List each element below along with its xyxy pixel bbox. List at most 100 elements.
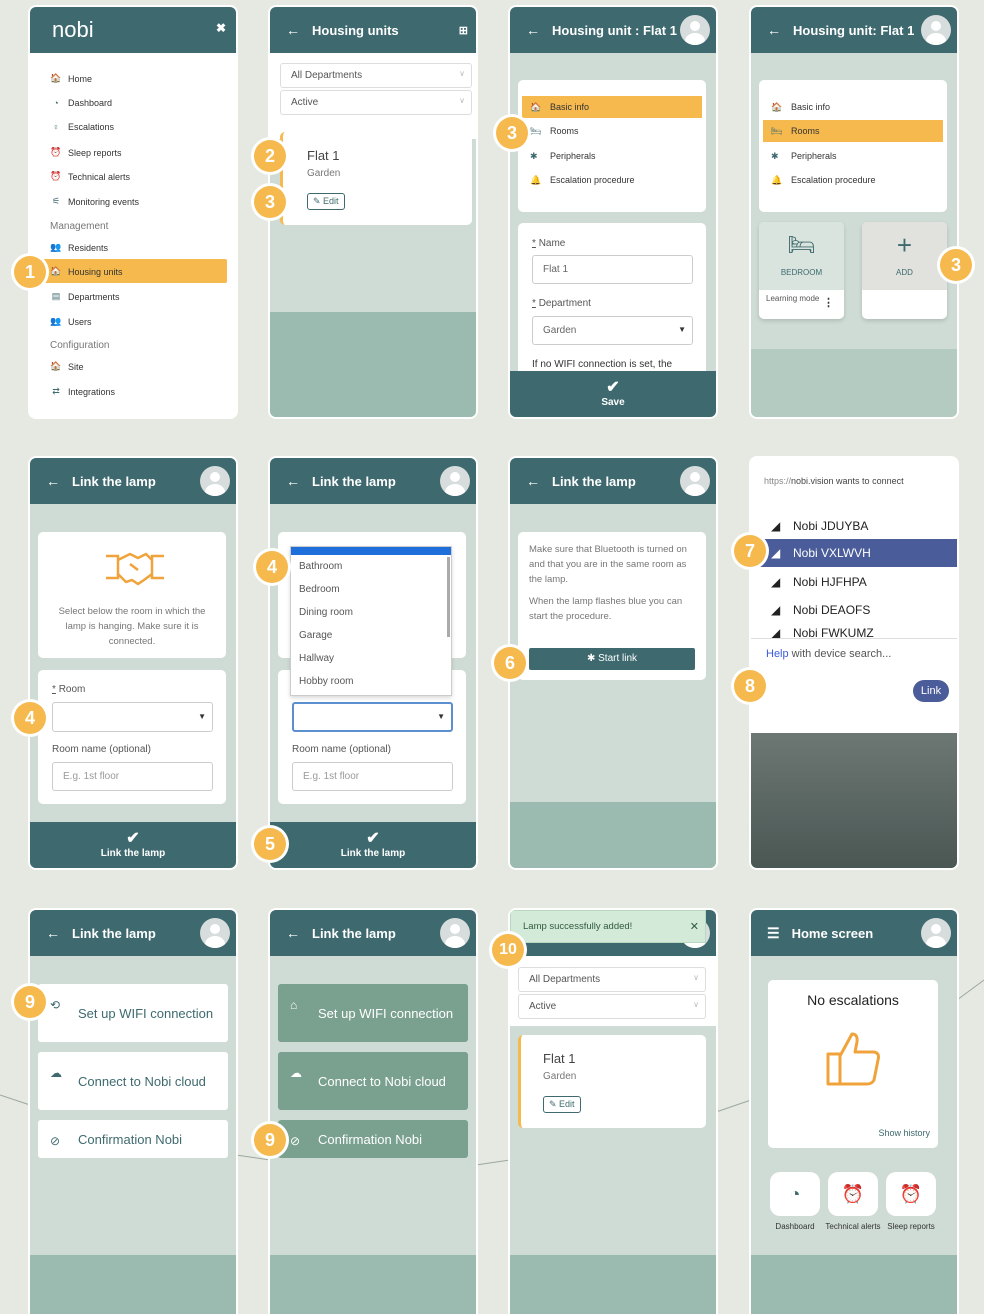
bell-icon: 🔔 — [771, 174, 783, 185]
handshake-icon — [106, 552, 164, 586]
tab-basic-info[interactable]: 🏠 Basic info — [763, 96, 943, 118]
step-badge: 4 — [14, 702, 46, 734]
edit-button[interactable]: ✎ Edit — [543, 1096, 581, 1113]
room-card-bedroom[interactable]: 🛏 BEDROOM Learning mode ⋮ — [759, 222, 844, 319]
step-confirmation[interactable]: ⊘ Confirmation Nobi — [38, 1120, 228, 1158]
room-name-input[interactable]: E.g. 1st floor — [292, 762, 453, 791]
show-history-link[interactable]: Show history — [878, 1128, 930, 1138]
link-lamp-button[interactable]: ✔ Link the lamp — [270, 822, 476, 868]
tab-escalation[interactable]: 🔔 Escalation procedure — [763, 169, 943, 191]
step-badge: 3 — [940, 249, 972, 281]
avatar[interactable] — [680, 15, 710, 45]
instruction-text: Select below the room in which the lamp … — [58, 606, 206, 647]
back-arrow-icon[interactable]: ← — [526, 22, 540, 38]
department-filter[interactable]: All Departments ∨ — [518, 967, 706, 992]
menu-item-residents[interactable]: 👥 Residents — [50, 242, 108, 253]
option-hobby-room[interactable]: Hobby room — [299, 676, 353, 687]
device-option[interactable]: ◢ Nobi FWKUMZ — [751, 626, 957, 638]
more-menu-icon[interactable]: ⋮ — [823, 296, 834, 309]
menu-item-integrations[interactable]: ⇄ Integrations — [50, 386, 115, 397]
home-icon: 🏠 — [771, 101, 783, 112]
back-arrow-icon[interactable]: ← — [286, 925, 300, 941]
close-icon[interactable]: ✖ — [216, 21, 226, 35]
option-bathroom[interactable]: Bathroom — [299, 561, 342, 572]
sleep-reports-button[interactable]: ⏰ — [886, 1172, 936, 1216]
tab-peripherals[interactable]: ✱ Peripherals — [522, 145, 702, 167]
menu-item-site[interactable]: 🏠 Site — [50, 361, 83, 372]
step-wifi[interactable]: ⌂ Set up WIFI connection — [278, 984, 468, 1042]
avatar[interactable] — [200, 466, 230, 496]
unit-card[interactable]: Flat 1 Garden ✎ Edit — [518, 1035, 706, 1128]
step-wifi[interactable]: ⟲ Set up WIFI connection — [38, 984, 228, 1042]
back-arrow-icon[interactable]: ← — [46, 925, 60, 941]
help-device-search[interactable]: Help with device search... — [766, 648, 891, 660]
menu-item-technical-alerts[interactable]: ⏰ Technical alerts — [50, 171, 130, 182]
back-arrow-icon[interactable]: ← — [286, 22, 300, 38]
avatar[interactable] — [680, 466, 710, 496]
avatar[interactable] — [440, 918, 470, 948]
back-arrow-icon[interactable]: ← — [46, 473, 60, 489]
avatar[interactable] — [200, 918, 230, 948]
tab-basic-info[interactable]: 🏠 Basic info — [522, 96, 702, 118]
device-option[interactable]: ◢ Nobi JDUYBA — [751, 514, 957, 538]
header: ← Housing unit: Flat 1 — [751, 7, 957, 53]
tab-rooms[interactable]: 🛏 Rooms — [522, 120, 702, 142]
close-icon[interactable]: ✕ — [690, 920, 699, 933]
link-lamp-button[interactable]: ✔ Link the lamp — [30, 822, 236, 868]
tab-peripherals[interactable]: ✱ Peripherals — [763, 145, 943, 167]
tab-rooms[interactable]: 🛏 Rooms — [763, 120, 943, 142]
menu-item-home[interactable]: 🏠 Home — [50, 73, 92, 84]
device-option[interactable]: ◢ Nobi HJFHPA — [751, 570, 957, 594]
sync-icon: ⟲ — [50, 998, 61, 1012]
menu-item-escalations[interactable]: ♀ Escalations — [50, 122, 114, 132]
unit-card[interactable]: Flat 1 Garden ✎ Edit — [280, 132, 472, 225]
option-garage[interactable]: Garage — [299, 630, 332, 641]
link-button[interactable]: Link — [913, 680, 949, 702]
step-badge: 10 — [492, 934, 524, 966]
menu-item-departments[interactable]: ▤ Departments — [50, 291, 120, 302]
unit-department: Garden — [543, 1071, 577, 1082]
chevron-down-icon: ∨ — [459, 69, 465, 78]
avatar[interactable] — [921, 918, 951, 948]
hamburger-menu-icon[interactable]: ☰ — [767, 925, 780, 942]
dashboard-button[interactable]: ◔ — [770, 1172, 820, 1216]
step-badge: 7 — [734, 535, 766, 567]
tab-escalation[interactable]: 🔔 Escalation procedure — [522, 169, 702, 191]
add-room-card[interactable]: + ADD — [862, 222, 947, 319]
device-option-selected[interactable]: ◢ Nobi VXLWVH — [751, 539, 957, 567]
back-arrow-icon[interactable]: ← — [767, 22, 781, 38]
menu-item-users[interactable]: 👥 Users — [50, 316, 91, 327]
save-button[interactable]: ✔ Save — [510, 371, 716, 417]
device-option[interactable]: ◢ Nobi DEAOFS — [751, 598, 957, 622]
bluetooth-icon: ✱ — [586, 653, 599, 664]
avatar[interactable] — [921, 15, 951, 45]
technical-alerts-button[interactable]: ⏰ — [828, 1172, 878, 1216]
menu-item-housing-units[interactable]: 🏠 Housing units — [50, 266, 122, 277]
menu-item-sleep-reports[interactable]: ⏰ Sleep reports — [50, 147, 121, 158]
step-confirmation[interactable]: ⊘ Confirmation Nobi — [278, 1120, 468, 1158]
department-filter[interactable]: All Departments ∨ — [280, 63, 472, 88]
step-cloud[interactable]: ☁ Connect to Nobi cloud — [38, 1052, 228, 1110]
add-icon[interactable]: ⊞ — [459, 24, 468, 37]
start-link-button[interactable]: ✱ Start link — [529, 648, 695, 670]
name-input[interactable]: Flat 1 — [532, 255, 693, 284]
menu-item-monitoring[interactable]: ⚟ Monitoring events — [50, 196, 139, 207]
scrollbar[interactable] — [447, 557, 450, 637]
department-select[interactable]: Garden ▼ — [532, 316, 693, 345]
page-title: Link the lamp — [72, 473, 156, 489]
room-select[interactable]: ▼ — [52, 702, 213, 732]
option-dining-room[interactable]: Dining room — [299, 607, 353, 618]
status-filter[interactable]: Active ∨ — [518, 994, 706, 1019]
step-cloud[interactable]: ☁ Connect to Nobi cloud — [278, 1052, 468, 1110]
edit-button[interactable]: ✎ Edit — [307, 193, 345, 210]
back-arrow-icon[interactable]: ← — [526, 473, 540, 489]
room-select[interactable]: ▼ — [292, 702, 453, 732]
step-badge: 6 — [494, 647, 526, 679]
room-name-input[interactable]: E.g. 1st floor — [52, 762, 213, 791]
status-filter[interactable]: Active ∨ — [280, 90, 472, 115]
option-bedroom[interactable]: Bedroom — [299, 584, 340, 595]
avatar[interactable] — [440, 466, 470, 496]
option-hallway[interactable]: Hallway — [299, 653, 334, 664]
menu-item-dashboard[interactable]: ◔ Dashboard — [50, 98, 112, 108]
back-arrow-icon[interactable]: ← — [286, 473, 300, 489]
